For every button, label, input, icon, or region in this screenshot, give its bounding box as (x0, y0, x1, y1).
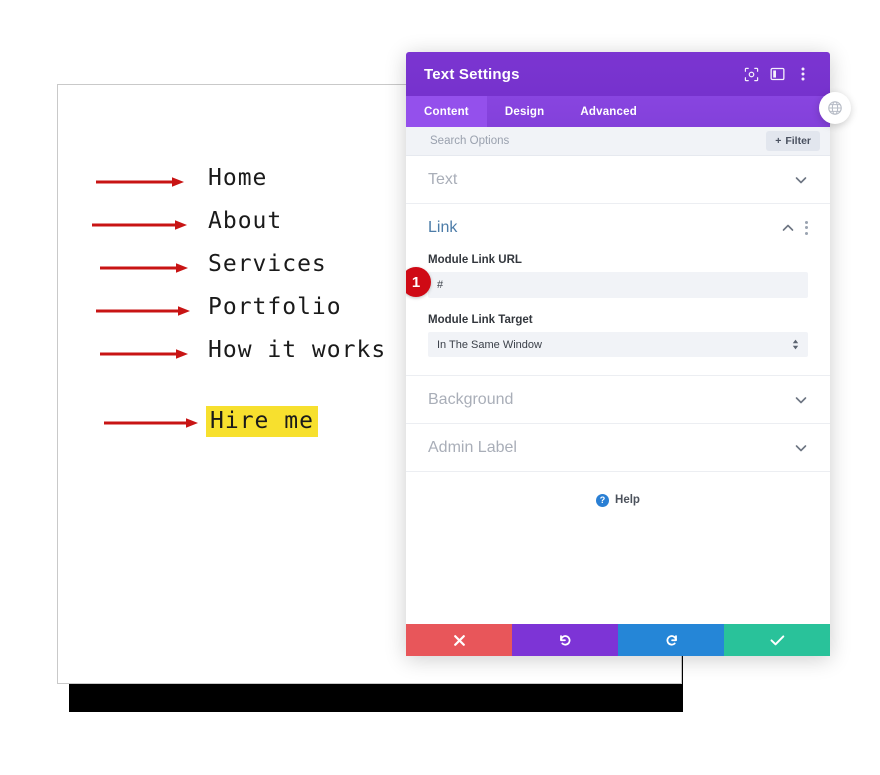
menu-item-home[interactable]: Home (208, 165, 267, 191)
pointer-arrow-3 (100, 262, 188, 274)
module-link-target-value: In The Same Window (437, 338, 542, 351)
kebab-menu-icon[interactable] (790, 62, 816, 86)
section-background: Background (406, 376, 830, 424)
section-text-header[interactable]: Text (428, 156, 808, 203)
section-background-title: Background (428, 390, 514, 408)
module-link-url-wrap: 1 (406, 267, 808, 298)
section-background-tools (794, 393, 808, 407)
module-link-target-label: Module Link Target (428, 314, 533, 326)
focus-target-icon[interactable] (738, 62, 764, 86)
undo-button[interactable] (512, 624, 618, 656)
section-admin-label-header[interactable]: Admin Label (428, 424, 808, 471)
globe-icon[interactable] (819, 92, 851, 124)
section-admin-label-title: Admin Label (428, 438, 517, 456)
chevron-down-icon[interactable] (794, 441, 808, 455)
section-text-title: Text (428, 170, 458, 188)
section-link-body: Module Link URL 1 Module Link Target In … (406, 254, 808, 375)
pointer-arrow-5 (100, 348, 188, 360)
search-options-bar: + Filter (406, 127, 830, 156)
help-label: Help (615, 494, 640, 506)
help-link[interactable]: ? Help (406, 472, 830, 528)
section-link-header[interactable]: Link (428, 204, 808, 251)
redo-button[interactable] (618, 624, 724, 656)
section-admin-label-tools (794, 441, 808, 455)
menu-item-hire-me[interactable]: Hire me (206, 406, 318, 437)
tab-design[interactable]: Design (487, 96, 563, 127)
modal-tabbar: Content Design Advanced (406, 96, 830, 127)
section-link-title: Link (428, 218, 458, 236)
pointer-arrow-4 (96, 305, 190, 317)
chevron-up-icon[interactable] (781, 221, 795, 235)
section-text: Text (406, 156, 830, 204)
menu-item-how-it-works[interactable]: How it works (208, 337, 386, 363)
spinner-arrows-icon (792, 339, 799, 350)
section-text-tools (794, 173, 808, 187)
filter-button-label: Filter (785, 135, 811, 147)
chevron-down-icon[interactable] (794, 393, 808, 407)
page-drop-shadow-bottom (69, 683, 683, 712)
section-link-tools (781, 220, 808, 235)
modal-body: Text Link Module Link URL 1 # Module Lin… (406, 156, 830, 624)
filter-button[interactable]: + Filter (766, 131, 820, 151)
section-admin-label: Admin Label (406, 424, 830, 472)
module-link-url-label: Module Link URL (428, 254, 522, 266)
tab-advanced[interactable]: Advanced (562, 96, 655, 127)
modal-header: Text Settings (406, 52, 830, 96)
module-link-url-input[interactable] (428, 272, 808, 298)
module-link-target-select[interactable]: In The Same Window (428, 332, 808, 357)
section-link-kebab-icon[interactable] (805, 220, 808, 235)
help-icon: ? (596, 493, 610, 507)
pointer-arrow-1 (96, 176, 184, 188)
menu-item-about[interactable]: About (208, 208, 282, 234)
pointer-arrow-2 (92, 219, 187, 231)
modal-action-bar (406, 624, 830, 656)
menu-item-services[interactable]: Services (208, 251, 327, 277)
section-link: Link Module Link URL 1 Module Link Targe… (406, 204, 830, 376)
section-background-header[interactable]: Background (428, 376, 808, 423)
cancel-button[interactable] (406, 624, 512, 656)
chevron-down-icon[interactable] (794, 173, 808, 187)
save-button[interactable] (724, 624, 830, 656)
tab-content[interactable]: Content (406, 96, 487, 127)
search-input[interactable] (428, 134, 767, 148)
split-view-icon[interactable] (764, 62, 790, 86)
plus-icon: + (775, 135, 782, 147)
modal-title: Text Settings (424, 65, 520, 83)
pointer-arrow-6 (104, 417, 198, 429)
menu-item-portfolio[interactable]: Portfolio (208, 294, 342, 320)
text-settings-modal: Text Settings Content Design Advanced Se… (406, 52, 830, 656)
